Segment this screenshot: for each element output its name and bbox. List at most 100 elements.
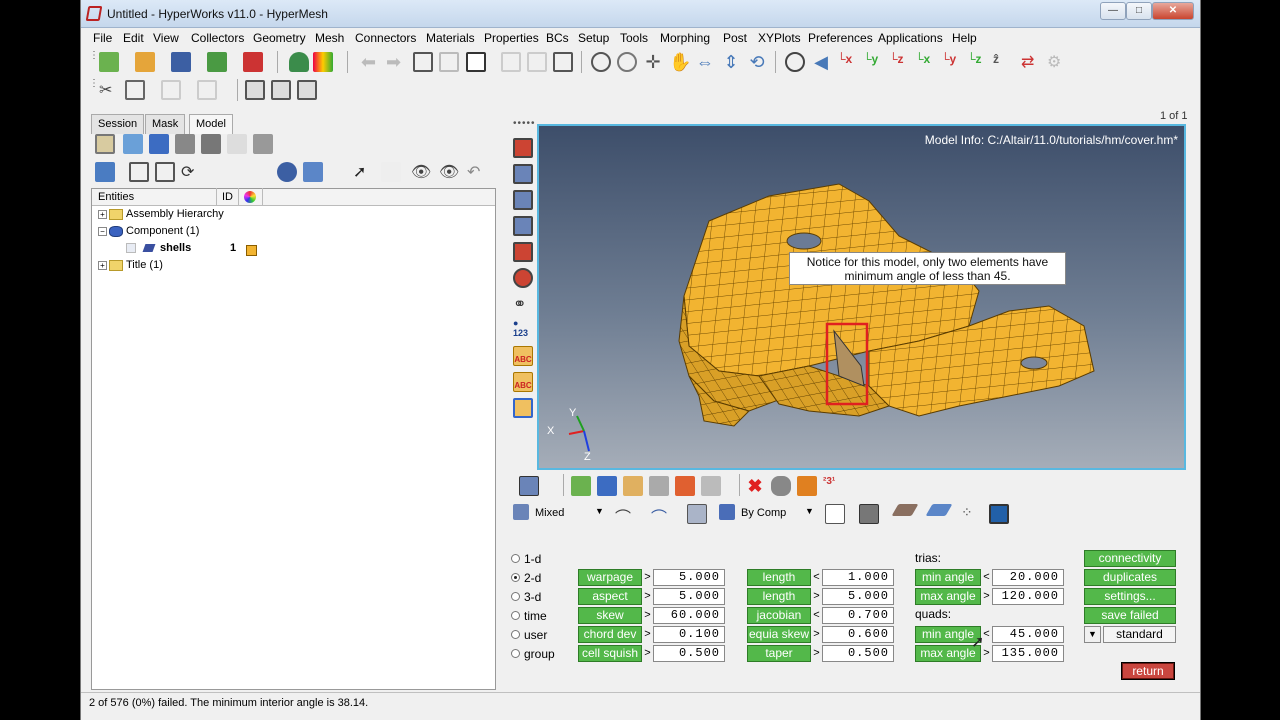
thermometer-icon[interactable]	[675, 476, 695, 496]
label-abc2-icon[interactable]: ABC	[513, 372, 533, 392]
browser-disabled-icon[interactable]	[227, 134, 247, 154]
select-cursor-icon[interactable]: ➚	[353, 162, 373, 182]
trias-max-angle-button[interactable]: max angle	[915, 588, 981, 605]
cell-squish-button[interactable]: cell squish	[578, 645, 642, 662]
grid-toggle-icon[interactable]	[439, 52, 459, 72]
renumber-icon[interactable]: ²3¹	[823, 476, 843, 496]
hide-icon[interactable]	[771, 476, 791, 496]
pan-hand-icon[interactable]: ✋	[669, 52, 691, 72]
settings-button[interactable]: settings...	[1084, 588, 1176, 605]
entities-column-header[interactable]: Entities	[98, 191, 134, 203]
open-model-icon[interactable]	[135, 52, 155, 72]
menu-post[interactable]: Post	[723, 31, 747, 45]
length-min-button[interactable]: length	[747, 569, 811, 586]
solid-shading-icon[interactable]	[513, 138, 533, 158]
cube-icon[interactable]	[687, 504, 707, 524]
browser-component-icon[interactable]	[95, 134, 115, 154]
window-split-icon[interactable]	[501, 52, 521, 72]
properties-display-icon[interactable]	[597, 476, 617, 496]
radio-1d[interactable]: 1-d	[511, 552, 541, 566]
menu-mesh[interactable]: Mesh	[315, 31, 344, 45]
cut-icon[interactable]: ✂	[99, 80, 119, 100]
show-only-icon[interactable]: 👁	[439, 162, 459, 182]
new-model-icon[interactable]	[99, 52, 119, 72]
menu-bcs[interactable]: BCs	[546, 31, 569, 45]
menu-applications[interactable]: Applications	[878, 31, 943, 45]
solid-cube-icon[interactable]	[859, 504, 879, 524]
graphics-viewport[interactable]: Model Info: C:/Altair/11.0/tutorials/hm/…	[537, 124, 1186, 470]
refresh-icon[interactable]: ⟳	[181, 162, 201, 182]
paste-icon[interactable]	[161, 80, 181, 100]
checkbox-icon[interactable]	[126, 243, 136, 254]
highlight-icon[interactable]	[381, 162, 401, 182]
menu-file[interactable]: File	[93, 31, 112, 45]
shaded-plane-icon[interactable]	[925, 504, 953, 516]
plane-icon[interactable]	[891, 504, 919, 516]
save-model-icon[interactable]	[171, 52, 191, 72]
arrow-left-icon[interactable]: ⬅	[361, 52, 381, 72]
shaded-elements-icon[interactable]	[513, 242, 533, 262]
length-min-input[interactable]: 1.000	[822, 569, 894, 586]
radio-user[interactable]: user	[511, 628, 547, 642]
browser-system-icon[interactable]	[253, 134, 273, 154]
menu-properties[interactable]: Properties	[484, 31, 539, 45]
view-xz-back-icon[interactable]: └z	[967, 52, 987, 72]
reverse-icon[interactable]: ↶	[467, 162, 487, 182]
taper-input[interactable]: 0.500	[822, 645, 894, 662]
feature-lines-icon[interactable]	[513, 190, 533, 210]
tree-row-component[interactable]: − Component (1)	[98, 225, 199, 241]
tab-session[interactable]: Session	[91, 114, 145, 134]
color-mode-select[interactable]: By Comp ▼	[715, 504, 815, 524]
pan-horizontal-icon[interactable]: ⇔	[695, 52, 715, 72]
mask-plane-icon[interactable]	[513, 398, 533, 418]
browser-load-icon[interactable]	[201, 134, 221, 154]
window-layout2-icon[interactable]	[271, 80, 291, 100]
view-xy-top-icon[interactable]: └x	[837, 52, 857, 72]
restore-view-icon[interactable]: ⚙	[1047, 52, 1067, 72]
view-back-icon[interactable]: ◀	[811, 52, 831, 72]
minimize-button[interactable]: —	[1100, 2, 1126, 20]
grid-dots-icon[interactable]: ⁘	[961, 504, 981, 524]
tree-row-title[interactable]: + Title (1)	[98, 259, 163, 275]
length-max-button[interactable]: length	[747, 588, 811, 605]
trias-min-angle-button[interactable]: min angle	[915, 569, 981, 586]
chord-dev-input[interactable]: 0.100	[653, 626, 725, 643]
view-xz-front-icon[interactable]: └y	[941, 52, 961, 72]
color-column-icon[interactable]	[244, 191, 256, 203]
browser-view-icon[interactable]	[95, 162, 115, 182]
quads-max-angle-input[interactable]: 135.000	[992, 645, 1064, 662]
menu-setup[interactable]: Setup	[578, 31, 609, 45]
equia-skew-button[interactable]: equia skew	[747, 626, 811, 643]
monitor-icon[interactable]	[989, 504, 1009, 524]
rotate-icon[interactable]: ⟲	[747, 52, 767, 72]
components-icon[interactable]	[571, 476, 591, 496]
shells-color-swatch[interactable]	[246, 245, 257, 256]
save-view-icon[interactable]: ⇄	[1021, 52, 1041, 72]
length-max-input[interactable]: 5.000	[822, 588, 894, 605]
expand-icon[interactable]: +	[98, 209, 107, 219]
show-hide-icon[interactable]: 👁	[411, 162, 431, 182]
export-icon[interactable]	[243, 52, 263, 72]
paste-special-icon[interactable]	[197, 80, 217, 100]
edges-icon[interactable]: ⌒	[615, 504, 635, 527]
standard-select[interactable]: ▼ standard	[1084, 626, 1176, 643]
radio-time[interactable]: time	[511, 609, 547, 623]
arrow-right-icon[interactable]: ➡	[386, 52, 406, 72]
view-yz-left-icon[interactable]: └z	[889, 52, 909, 72]
radio-group[interactable]: group	[511, 647, 555, 661]
systems-icon[interactable]	[649, 476, 669, 496]
display-icon[interactable]	[277, 162, 297, 182]
trias-max-angle-input[interactable]: 120.000	[992, 588, 1064, 605]
window-layout-icon[interactable]	[245, 80, 265, 100]
menu-view[interactable]: View	[153, 31, 179, 45]
quads-min-angle-input[interactable]: 45.000	[992, 626, 1064, 643]
loadcols-icon[interactable]	[623, 476, 643, 496]
user-profile-icon[interactable]	[289, 52, 309, 72]
aspect-button[interactable]: aspect	[578, 588, 642, 605]
menu-help[interactable]: Help	[952, 31, 977, 45]
warpage-input[interactable]: 5.000	[653, 569, 725, 586]
delete-icon[interactable]: ✖	[745, 476, 765, 496]
skew-input[interactable]: 60.000	[653, 607, 725, 624]
cell-squish-input[interactable]: 0.500	[653, 645, 725, 662]
window-split2-icon[interactable]	[527, 52, 547, 72]
